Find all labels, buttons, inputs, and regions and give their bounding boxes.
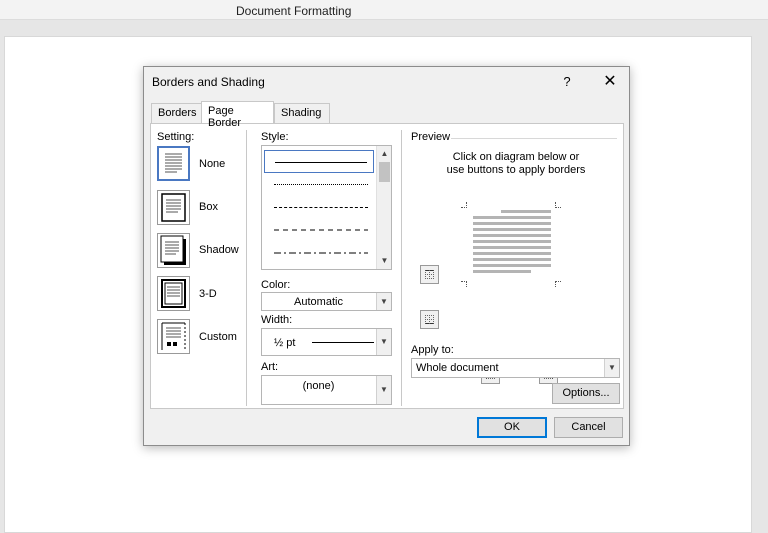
bottom-border-button[interactable] [420, 310, 439, 329]
style-header: Style: [261, 131, 289, 143]
dialog-title: Borders and Shading [152, 75, 265, 89]
page-border-panel: Setting: None Box Shadow 3-D Custom Styl… [150, 123, 624, 409]
app-title: Document Formatting [236, 4, 352, 18]
setting-none-label[interactable]: None [199, 158, 225, 170]
width-sample-line [312, 342, 374, 343]
art-value: (none) [302, 380, 335, 392]
style-list[interactable]: ▲ ▼ [261, 145, 392, 270]
options-button[interactable]: Options... [552, 383, 620, 404]
art-header: Art: [261, 361, 279, 373]
style-item-dashed-small[interactable] [264, 196, 374, 219]
preview-diagram[interactable] [461, 202, 561, 287]
scroll-thumb[interactable] [379, 162, 390, 182]
style-item-solid[interactable] [264, 150, 374, 173]
chevron-down-icon[interactable]: ▼ [376, 329, 391, 355]
apply-to-header: Apply to: [411, 344, 454, 356]
setting-header: Setting: [157, 131, 195, 143]
color-value: Automatic [294, 296, 343, 308]
close-button[interactable]: ✕ [599, 71, 621, 93]
chevron-down-icon[interactable]: ▼ [376, 293, 391, 310]
preview-instruction-2: use buttons to apply borders [446, 164, 586, 176]
tab-borders[interactable]: Borders [151, 103, 202, 123]
color-dropdown[interactable]: Automatic ▼ [261, 292, 392, 311]
setting-box-icon[interactable] [157, 190, 190, 225]
width-header: Width: [261, 314, 293, 326]
style-item-dotted[interactable] [264, 173, 374, 196]
tab-shading[interactable]: Shading [274, 103, 330, 123]
color-header: Color: [261, 279, 291, 291]
style-scrollbar[interactable]: ▲ ▼ [376, 146, 391, 269]
chevron-down-icon[interactable]: ▼ [377, 254, 391, 268]
app-titlebar: Document Formatting [0, 0, 768, 20]
setting-3d-icon[interactable] [157, 276, 190, 311]
setting-shadow-icon[interactable] [157, 233, 190, 268]
width-dropdown[interactable]: ½ pt ▼ [261, 328, 392, 356]
setting-none-icon[interactable] [157, 146, 190, 181]
setting-custom-label[interactable]: Custom [199, 331, 237, 343]
help-button[interactable]: ? [556, 71, 578, 93]
chevron-down-icon[interactable]: ▼ [376, 376, 391, 404]
setting-3d-label[interactable]: 3-D [199, 288, 217, 300]
tab-page-border[interactable]: Page Border [201, 101, 274, 129]
setting-custom-icon[interactable] [157, 319, 190, 354]
column-divider-right [401, 130, 402, 406]
cancel-button[interactable]: Cancel [554, 417, 623, 438]
ok-button[interactable]: OK [477, 417, 547, 438]
chevron-up-icon[interactable]: ▲ [377, 147, 391, 161]
top-border-button[interactable] [420, 265, 439, 284]
setting-shadow-label[interactable]: Shadow [199, 244, 239, 256]
borders-and-shading-dialog: Borders and Shading ? ✕ Borders Page Bor… [143, 66, 630, 446]
preview-separator [451, 138, 617, 139]
preview-instruction-1: Click on diagram below or [452, 151, 580, 163]
apply-to-value: Whole document [416, 362, 499, 374]
chevron-down-icon[interactable]: ▼ [604, 359, 619, 377]
preview-header: Preview [411, 131, 451, 143]
style-item-dash-dot[interactable] [264, 242, 374, 265]
apply-to-dropdown[interactable]: Whole document ▼ [411, 358, 620, 378]
style-item-dashed[interactable] [264, 219, 374, 242]
art-dropdown[interactable]: (none) ▼ [261, 375, 392, 405]
setting-box-label[interactable]: Box [199, 201, 218, 213]
width-value: ½ pt [274, 337, 296, 349]
column-divider-left [246, 130, 247, 406]
